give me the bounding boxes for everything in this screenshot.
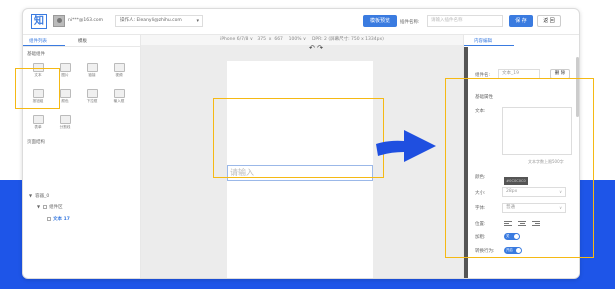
video-icon	[113, 63, 125, 72]
tab-underline	[23, 45, 65, 46]
top-bar: 知 ni***@163.com 操作人: Eleanyli@zhihu.com …	[23, 9, 579, 35]
component-divider[interactable]: 分割线	[56, 113, 74, 131]
folder-icon	[43, 204, 48, 209]
caret-down-icon: ▼	[29, 193, 33, 198]
tab-content-edit[interactable]: 内容编辑	[474, 38, 492, 44]
component-label: 下拉框	[86, 99, 98, 103]
tree-item-label: 文本 17	[53, 217, 70, 222]
basic-components-title: 基础组件	[27, 52, 45, 57]
back-button[interactable]: 返 回	[537, 15, 561, 27]
component-link[interactable]: 链接	[83, 61, 101, 79]
component-video[interactable]: 视频	[110, 61, 128, 79]
component-dropdown[interactable]: 下拉框	[83, 87, 101, 105]
link-icon	[86, 63, 98, 72]
tree-item-container[interactable]: ▼ 容器_0	[29, 193, 49, 199]
arrow-right-icon	[376, 130, 436, 162]
save-button[interactable]: 保 存	[509, 15, 533, 27]
highlight-canvas-input	[213, 98, 384, 178]
user-email: ni***@163.com	[68, 18, 103, 23]
component-input[interactable]: 输入框	[110, 87, 128, 105]
page-structure-title: 页面结构	[27, 140, 45, 145]
component-label: 链接	[88, 73, 96, 77]
operator-select[interactable]: 操作人: Eleanyli@zhihu.com ▾	[115, 15, 203, 27]
tree-item-label: 容器_0	[35, 194, 50, 199]
tree-item-label: 组件区	[49, 205, 63, 210]
preview-button[interactable]: 模板预览	[363, 15, 397, 27]
plugin-name-label: 插件名称:	[400, 20, 420, 25]
highlight-properties-panel	[445, 78, 594, 258]
highlight-text-component	[15, 68, 60, 109]
form-icon	[32, 115, 44, 124]
operator-label: 操作人: Eleanyli@zhihu.com	[120, 18, 182, 23]
tab-underline	[464, 45, 514, 46]
plugin-name-input[interactable]: 请输入插件名称	[427, 15, 503, 27]
tab-templates[interactable]: 模板	[78, 38, 87, 44]
device-bar[interactable]: iPhone 6/7/8 ∨ 375 x 667 100% ∨ DPR: 2 (…	[141, 35, 463, 45]
color-icon	[59, 89, 71, 98]
text-icon	[47, 216, 51, 221]
undo-redo-icon[interactable]: ↶ ↷	[309, 44, 323, 52]
component-form[interactable]: 表单	[29, 113, 47, 131]
app-logo: 知	[31, 14, 47, 29]
tab-components[interactable]: 组件列表	[29, 38, 47, 44]
tree-item-text[interactable]: 文本 17	[47, 216, 70, 222]
component-label: 分割线	[59, 125, 71, 129]
avatar[interactable]	[53, 15, 65, 27]
caret-down-icon: ▼	[37, 204, 41, 209]
input-icon	[113, 89, 125, 98]
left-tabs: 组件列表 模板	[23, 35, 141, 47]
divider-icon	[59, 115, 71, 124]
component-label: 输入框	[113, 99, 125, 103]
tree-item-component-area[interactable]: ▼ 组件区	[37, 204, 63, 210]
component-label: 表单	[34, 125, 42, 129]
caret-down-icon: ▾	[196, 18, 199, 24]
component-label: 视频	[115, 73, 123, 77]
image-icon	[59, 63, 71, 72]
dropdown-icon	[86, 89, 98, 98]
